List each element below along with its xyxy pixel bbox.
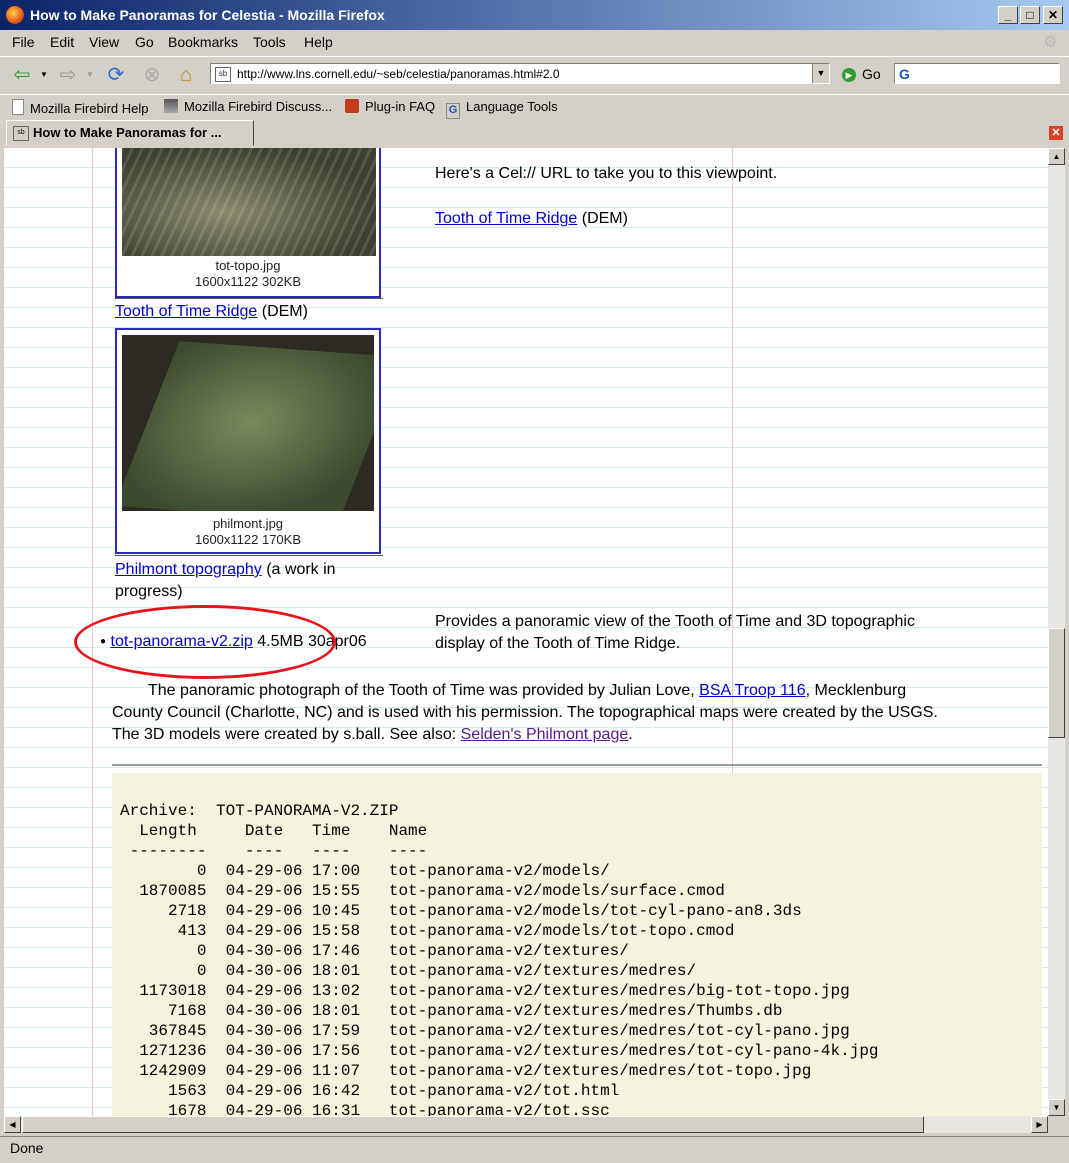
- tab-favicon-icon: sb: [13, 126, 29, 141]
- go-label: Go: [862, 66, 881, 82]
- philmont-line-1: Philmont topography (a work in: [115, 561, 336, 578]
- menu-help[interactable]: Help: [304, 34, 333, 50]
- tooth-ridge-left: Tooth of Time Ridge (DEM): [115, 303, 308, 320]
- zine-icon: [164, 99, 178, 113]
- google-search-icon[interactable]: G: [899, 66, 910, 82]
- para-line-3: The 3D models were created by s.ball. Se…: [112, 726, 633, 743]
- scroll-down-icon[interactable]: ▼: [1048, 1099, 1065, 1116]
- menu-tools[interactable]: Tools: [253, 34, 286, 50]
- menu-edit[interactable]: Edit: [50, 34, 74, 50]
- url-dropdown-icon[interactable]: ▼: [812, 64, 829, 83]
- vertical-scrollbar[interactable]: ▲ ▼: [1048, 148, 1065, 1116]
- window-title: How to Make Panoramas for Celestia - Moz…: [30, 7, 385, 23]
- plugin-icon: [345, 99, 359, 113]
- minimize-button[interactable]: _: [998, 6, 1018, 24]
- forward-dropdown-icon[interactable]: ▼: [84, 61, 96, 89]
- zip-listing: Archive: TOT-PANORAMA-V2.ZIP Length Date…: [112, 773, 1042, 1116]
- back-arrow-icon[interactable]: ⇦: [8, 61, 36, 89]
- go-arrow-icon: ▶: [842, 68, 856, 83]
- menu-bar: File Edit View Go Bookmarks Tools Help ⚙: [0, 30, 1069, 54]
- url-text[interactable]: http://www.lns.cornell.edu/~seb/celestia…: [237, 67, 560, 81]
- page-content: tot-topo.jpg 1600x1122 302KB Tooth of Ti…: [4, 148, 1048, 1116]
- horizontal-rule: [112, 764, 1042, 766]
- close-tab-icon[interactable]: ✕: [1049, 126, 1063, 140]
- menu-bookmarks[interactable]: Bookmarks: [168, 34, 238, 50]
- philmont-thumbnail-image[interactable]: [122, 335, 374, 511]
- close-button[interactable]: ✕: [1043, 6, 1063, 24]
- tab-bar: sb How to Make Panoramas for ... ✕: [0, 120, 1069, 148]
- highlight-circle: [74, 605, 336, 679]
- topo-caption-size: 1600x1122 302KB: [194, 274, 302, 289]
- provides-line-1: Provides a panoramic view of the Tooth o…: [435, 613, 915, 630]
- divider: [115, 555, 383, 556]
- topo-thumbnail-frame: tot-topo.jpg 1600x1122 302KB: [115, 148, 381, 298]
- bookmark-firebird-discuss[interactable]: Mozilla Firebird Discuss...: [164, 99, 332, 114]
- philmont-thumbnail-frame: philmont.jpg 1600x1122 170KB: [115, 328, 381, 554]
- topo-caption-name: tot-topo.jpg: [215, 258, 281, 273]
- tooth-ridge-right: Tooth of Time Ridge (DEM): [435, 210, 628, 227]
- philmont-line-2: progress): [115, 583, 183, 600]
- home-icon[interactable]: ⌂: [172, 61, 200, 89]
- tooth-ridge-link-right[interactable]: Tooth of Time Ridge: [435, 210, 577, 227]
- throbber-icon: ⚙: [1043, 34, 1058, 51]
- search-input[interactable]: G: [894, 63, 1060, 84]
- page-icon: [12, 99, 24, 115]
- horizontal-scroll-thumb[interactable]: [22, 1116, 924, 1133]
- stop-icon[interactable]: ⊗: [138, 61, 166, 89]
- bookmarks-toolbar: Mozilla Firebird Help Mozilla Firebird D…: [0, 94, 1069, 119]
- go-button[interactable]: ▶ Go: [842, 66, 881, 83]
- scroll-left-icon[interactable]: ◀: [4, 1116, 21, 1133]
- site-favicon-icon: sb: [215, 67, 231, 82]
- para-line-1: The panoramic photograph of the Tooth of…: [148, 682, 907, 699]
- menu-file[interactable]: File: [12, 34, 35, 50]
- status-text: Done: [10, 1140, 44, 1156]
- terrain-shape: [122, 341, 374, 511]
- topo-thumbnail-image[interactable]: [122, 148, 376, 256]
- divider: [115, 298, 383, 299]
- bookmark-language-tools[interactable]: G Language Tools: [446, 99, 558, 119]
- vertical-scroll-thumb[interactable]: [1048, 628, 1065, 738]
- philmont-caption-size: 1600x1122 170KB: [194, 532, 302, 547]
- tab-title: How to Make Panoramas for ...: [33, 125, 222, 140]
- back-dropdown-icon[interactable]: ▼: [38, 61, 50, 89]
- status-bar: Done: [0, 1136, 1069, 1163]
- menu-go[interactable]: Go: [135, 34, 154, 50]
- horizontal-scrollbar[interactable]: ◀ ▶: [4, 1116, 1048, 1133]
- tooth-ridge-link[interactable]: Tooth of Time Ridge: [115, 303, 257, 320]
- scroll-up-icon[interactable]: ▲: [1048, 148, 1065, 165]
- bookmark-firebird-help[interactable]: Mozilla Firebird Help: [12, 99, 148, 116]
- philmont-caption-name: philmont.jpg: [212, 516, 284, 531]
- seldens-philmont-link[interactable]: Selden's Philmont page: [461, 726, 629, 743]
- bookmark-plugin-faq[interactable]: Plug-in FAQ: [345, 99, 435, 114]
- para-line-2: County Council (Charlotte, NC) and is us…: [112, 704, 938, 721]
- tab-panoramas[interactable]: sb How to Make Panoramas for ...: [6, 120, 254, 146]
- bsa-troop-link[interactable]: BSA Troop 116: [699, 682, 805, 699]
- title-bar: How to Make Panoramas for Celestia - Moz…: [0, 0, 1069, 30]
- google-g-icon: G: [446, 103, 460, 119]
- cel-url-text: Here's a Cel:// URL to take you to this …: [435, 165, 778, 182]
- philmont-topography-link[interactable]: Philmont topography: [115, 561, 262, 578]
- url-bar[interactable]: sb http://www.lns.cornell.edu/~seb/celes…: [210, 63, 830, 84]
- menu-view[interactable]: View: [89, 34, 119, 50]
- forward-arrow-icon[interactable]: ⇨: [54, 61, 82, 89]
- maximize-button[interactable]: □: [1020, 6, 1040, 24]
- reload-icon[interactable]: ⟳: [102, 61, 130, 89]
- scroll-right-icon[interactable]: ▶: [1031, 1116, 1048, 1133]
- provides-line-2: display of the Tooth of Time Ridge.: [435, 635, 681, 652]
- firefox-logo-icon: [6, 6, 24, 24]
